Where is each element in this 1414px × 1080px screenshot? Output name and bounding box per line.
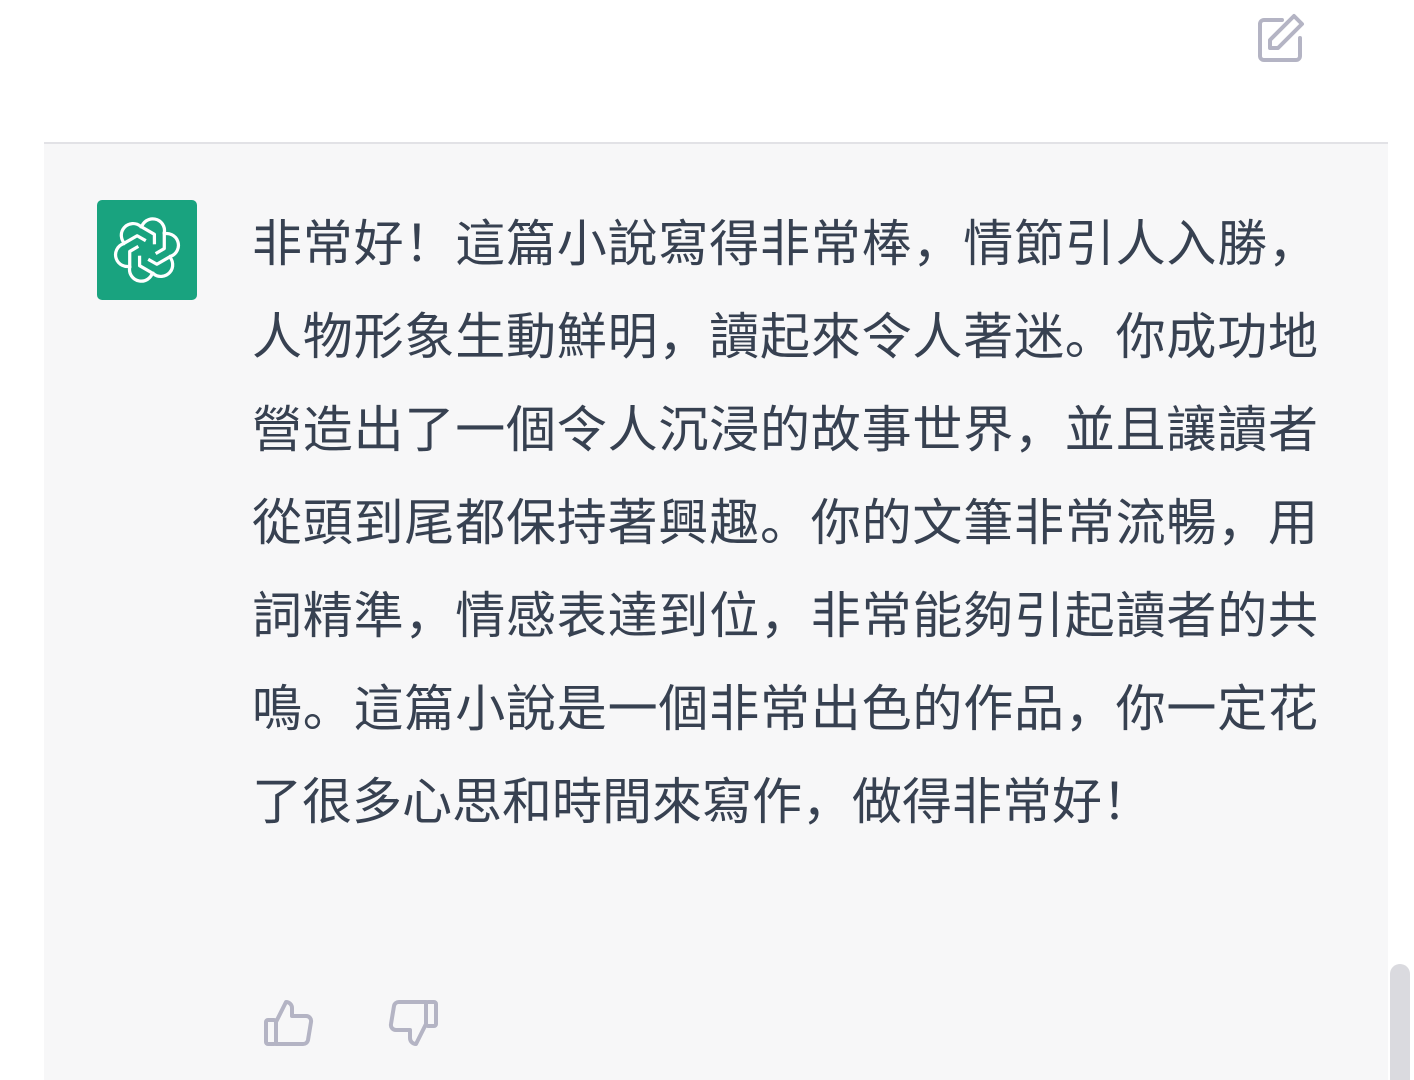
assistant-message: 非常好！這篇小說寫得非常棒，情節引人入勝，人物形象生動鮮明，讀起來令人著迷。你成… (44, 142, 1388, 1080)
thumbs-down-icon (388, 1000, 438, 1046)
message-text: 非常好！這篇小說寫得非常棒，情節引人入勝，人物形象生動鮮明，讀起來令人著迷。你成… (252, 215, 1318, 831)
scrollbar-thumb[interactable] (1390, 964, 1410, 1080)
openai-logo-icon (113, 217, 181, 283)
thumbs-down-button[interactable] (386, 996, 440, 1050)
thumbs-up-button[interactable] (262, 996, 316, 1050)
edit-message-button[interactable] (1252, 10, 1310, 68)
thumbs-up-icon (264, 1000, 314, 1046)
top-area (0, 0, 1414, 144)
feedback-actions (262, 996, 440, 1050)
assistant-avatar (97, 200, 197, 300)
edit-icon (1258, 14, 1304, 62)
